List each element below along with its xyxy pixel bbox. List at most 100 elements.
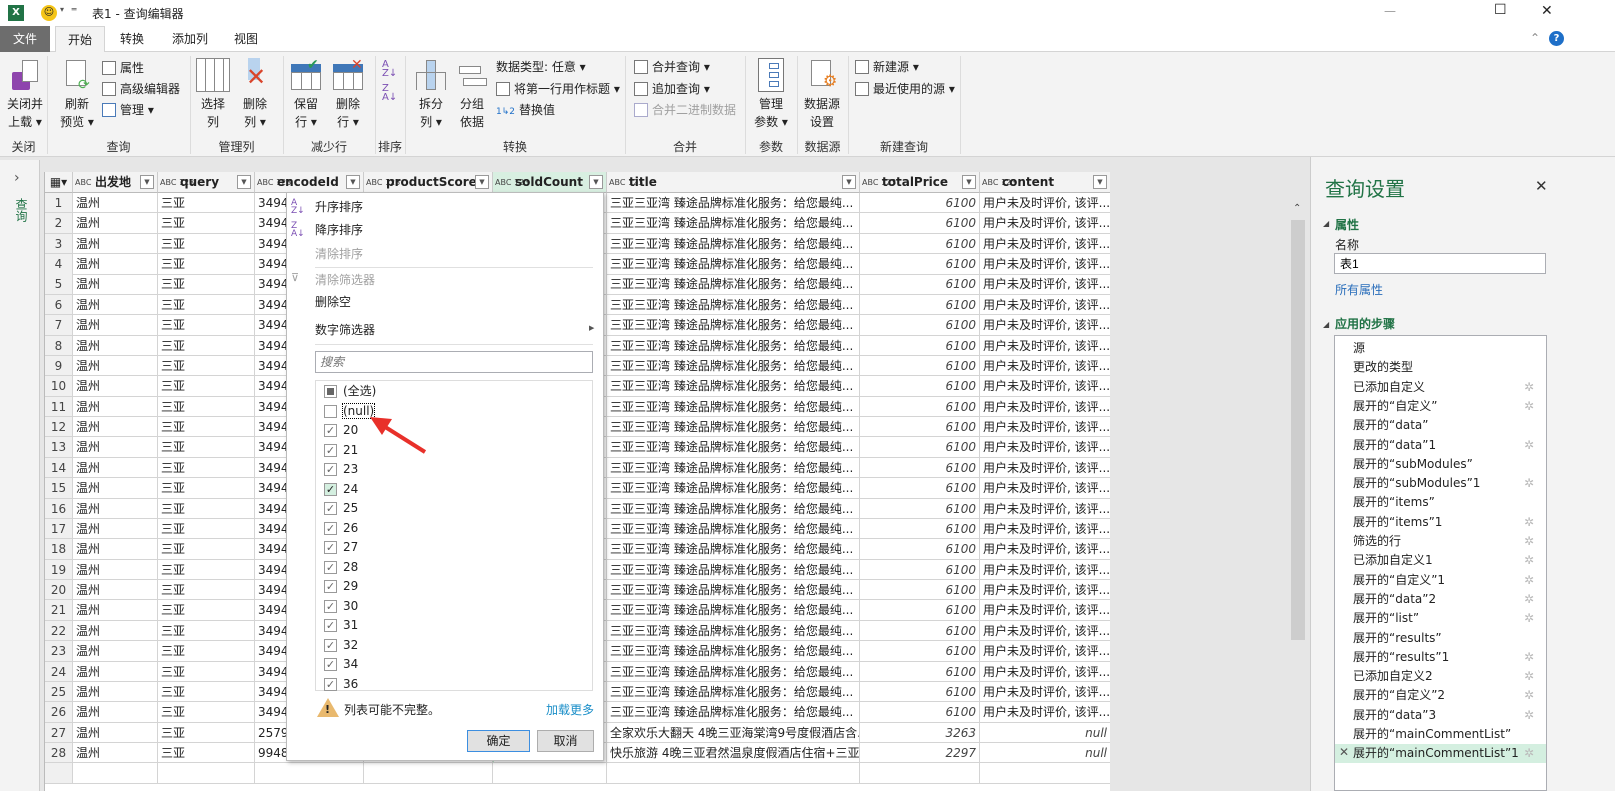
table-cell[interactable]: 三亚三亚湾 臻途品牌标准化服务：给您最纯...	[607, 396, 860, 418]
step-settings-gear-icon[interactable]: ✲	[1524, 553, 1534, 567]
table-cell[interactable]: 温州	[73, 193, 158, 214]
table-cell[interactable]: 温州	[73, 518, 158, 540]
filter-value-label[interactable]: 26	[343, 521, 358, 535]
remove-columns-button[interactable]: ✕ 删除列 ▾	[236, 58, 274, 131]
table-cell[interactable]: 三亚	[158, 681, 255, 703]
table-cell[interactable]: 温州	[73, 539, 158, 560]
step-settings-gear-icon[interactable]: ✲	[1524, 476, 1534, 490]
table-cell[interactable]: 三亚	[158, 457, 255, 479]
table-cell[interactable]: 用户未及时评价, 该评...	[980, 376, 1110, 397]
table-cell[interactable]: 用户未及时评价, 该评...	[980, 600, 1110, 621]
filter-value-label[interactable]: 29	[343, 579, 358, 593]
row-number[interactable]: 20	[45, 580, 73, 601]
row-number[interactable]: 19	[45, 559, 73, 581]
menu-number-filters[interactable]: 数字筛选器	[315, 320, 375, 340]
table-cell[interactable]: 用户未及时评价, 该评...	[980, 295, 1110, 316]
table-cell[interactable]: 6100	[860, 559, 980, 581]
table-cell[interactable]: 6100	[860, 539, 980, 560]
filter-value-label[interactable]: 32	[343, 638, 358, 652]
split-column-button[interactable]: 拆分列 ▾	[412, 58, 450, 131]
table-cell[interactable]: 温州	[73, 315, 158, 336]
table-cell[interactable]: 三亚	[158, 355, 255, 377]
table-cell[interactable]: 温州	[73, 742, 158, 764]
row-number[interactable]: 28	[45, 742, 73, 764]
step-settings-gear-icon[interactable]: ✲	[1524, 688, 1534, 702]
table-cell[interactable]: 温州	[73, 437, 158, 458]
ok-button[interactable]: 确定	[467, 730, 530, 752]
row-number[interactable]: 6	[45, 294, 73, 316]
all-properties-link[interactable]: 所有属性	[1335, 281, 1383, 298]
table-cell[interactable]: 6100	[860, 335, 980, 356]
column-header-productScore[interactable]: ABC 123productScore ▼	[364, 172, 493, 193]
table-cell[interactable]: 温州	[73, 702, 158, 723]
row-number[interactable]: 7	[45, 315, 73, 336]
menu-clear-filter[interactable]: 清除筛选器	[315, 270, 375, 290]
filter-dropdown-icon[interactable]: ▼	[346, 175, 360, 189]
applied-step[interactable]: 源	[1335, 339, 1546, 358]
row-number[interactable]: 17	[45, 518, 73, 540]
filter-value-label[interactable]: 36	[343, 677, 358, 691]
collapse-properties-icon[interactable]: ◢	[1323, 219, 1329, 228]
table-cell[interactable]: 6100	[860, 478, 980, 499]
applied-step[interactable]: 展开的“subModules”1 ✲	[1335, 474, 1546, 493]
query-name-input[interactable]	[1334, 253, 1546, 274]
table-cell[interactable]: 三亚三亚湾 臻途品牌标准化服务：给您最纯...	[607, 213, 860, 234]
table-cell[interactable]: 三亚三亚湾 臻途品牌标准化服务：给您最纯...	[607, 457, 860, 479]
table-cell[interactable]: 用户未及时评价, 该评...	[980, 580, 1110, 601]
collapse-steps-icon[interactable]: ◢	[1323, 320, 1329, 329]
table-cell[interactable]: 三亚	[158, 437, 255, 458]
table-cell[interactable]: 三亚	[158, 396, 255, 418]
expand-pane-icon[interactable]: ›	[14, 170, 20, 186]
table-cell[interactable]: 三亚	[158, 274, 255, 295]
menu-sort-descending[interactable]: 降序排序	[315, 220, 363, 240]
filter-dropdown-icon[interactable]: ▼	[475, 175, 489, 189]
sort-descending-icon[interactable]: Z A↓	[382, 84, 397, 103]
table-cell[interactable]: 三亚	[158, 376, 255, 397]
delete-step-icon[interactable]: ✕	[1339, 745, 1349, 759]
table-cell[interactable]: 6100	[860, 580, 980, 601]
row-number[interactable]: 21	[45, 600, 73, 621]
column-header-title[interactable]: ABC 123title ▼	[607, 172, 860, 193]
table-cell[interactable]: 温州	[73, 294, 158, 316]
filter-value-label[interactable]: 23	[343, 462, 358, 476]
table-cell[interactable]: 三亚	[158, 539, 255, 560]
table-cell[interactable]: 三亚三亚湾 臻途品牌标准化服务：给您最纯...	[607, 702, 860, 723]
table-cell[interactable]: 6100	[860, 457, 980, 479]
table-cell[interactable]: 三亚	[158, 498, 255, 519]
table-cell[interactable]: 三亚	[158, 661, 255, 682]
applied-step[interactable]: 展开的“data”1 ✲	[1335, 436, 1546, 455]
table-cell[interactable]: 6100	[860, 274, 980, 295]
table-cell[interactable]: 温州	[73, 335, 158, 356]
table-cell[interactable]: 三亚三亚湾 臻途品牌标准化服务：给您最纯...	[607, 294, 860, 316]
table-cell[interactable]: 用户未及时评价, 该评...	[980, 641, 1110, 662]
checkbox-25[interactable]: ✓	[324, 502, 337, 515]
menu-sort-ascending[interactable]: 升序排序	[315, 197, 363, 217]
table-cell[interactable]: 三亚	[158, 641, 255, 662]
row-number[interactable]: 25	[45, 681, 73, 703]
applied-step[interactable]: 展开的“自定义”2 ✲	[1335, 686, 1546, 705]
table-cell[interactable]: 三亚三亚湾 臻途品牌标准化服务：给您最纯...	[607, 580, 860, 601]
row-number[interactable]: 22	[45, 620, 73, 642]
table-cell[interactable]: 温州	[73, 478, 158, 499]
table-cell[interactable]: 三亚三亚湾 臻途品牌标准化服务：给您最纯...	[607, 539, 860, 560]
table-cell[interactable]: 用户未及时评价, 该评...	[980, 539, 1110, 560]
applied-step[interactable]: 展开的“items”1 ✲	[1335, 513, 1546, 532]
checkbox-20[interactable]: ✓	[324, 424, 337, 437]
filter-value-label[interactable]: 25	[343, 501, 358, 515]
table-cell[interactable]	[607, 763, 860, 784]
table-cell[interactable]: 6100	[860, 254, 980, 275]
row-number[interactable]: 1	[45, 193, 73, 214]
table-cell[interactable]: 温州	[73, 620, 158, 642]
recent-sources-button[interactable]: 最近使用的源 ▾	[855, 79, 955, 99]
filter-value-label[interactable]: 20	[343, 423, 358, 437]
table-cell[interactable]: 6100	[860, 600, 980, 621]
merge-queries-button[interactable]: 合并查询 ▾	[634, 57, 710, 77]
table-cell[interactable]: 用户未及时评价, 该评...	[980, 356, 1110, 377]
row-number[interactable]: 2	[45, 213, 73, 234]
new-source-button[interactable]: 新建源 ▾	[855, 57, 919, 77]
table-cell[interactable]: 温州	[73, 376, 158, 397]
row-number[interactable]: 26	[45, 702, 73, 723]
table-cell[interactable]: 6100	[860, 681, 980, 703]
step-settings-gear-icon[interactable]: ✲	[1524, 380, 1534, 394]
row-number[interactable]: 14	[45, 457, 73, 479]
